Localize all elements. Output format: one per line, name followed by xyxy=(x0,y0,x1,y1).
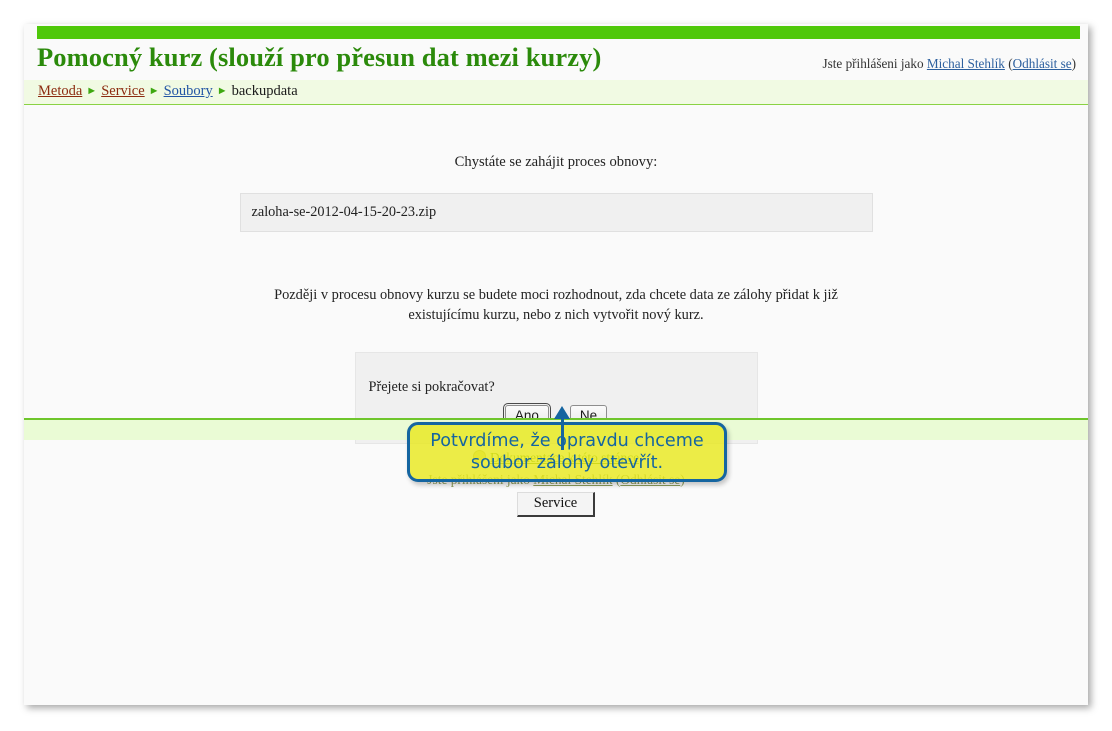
annotation-text: Potvrdíme, že opravdu chceme soubor zálo… xyxy=(430,431,704,473)
breadcrumb: Metoda ► Service ► Soubory ► backupdata xyxy=(38,83,298,100)
breadcrumb-item-backupdata: backupdata xyxy=(231,83,298,99)
header-user-link[interactable]: Michal Stehlík xyxy=(927,56,1005,71)
backup-file-name: zaloha-se-2012-04-15-20-23.zip xyxy=(251,204,437,220)
confirm-question-label: Přejete si pokračovat? xyxy=(368,379,495,395)
annotation-callout: Potvrdíme, že opravdu chceme soubor zálo… xyxy=(407,422,727,482)
top-green-bar xyxy=(37,26,1080,39)
login-open-paren: ( xyxy=(1004,56,1013,71)
footer-service-row: Service xyxy=(24,492,1088,517)
breadcrumb-separator-icon: ► xyxy=(216,85,228,97)
breadcrumb-separator-icon: ► xyxy=(86,85,98,97)
breadcrumb-item-metoda[interactable]: Metoda xyxy=(38,83,82,99)
backup-file-box: zaloha-se-2012-04-15-20-23.zip xyxy=(239,193,873,232)
breadcrumb-item-soubory[interactable]: Soubory xyxy=(164,83,213,99)
breadcrumb-separator-icon: ► xyxy=(148,85,160,97)
restore-description: Později v procesu obnovy kurzu se budete… xyxy=(274,287,838,323)
login-prefix-label: Jste přihlášeni jako xyxy=(822,56,927,71)
header-logout-link[interactable]: Odhlásit se xyxy=(1013,56,1072,71)
page-title: Pomocný kurz (slouží pro přesun dat mezi… xyxy=(37,42,602,72)
breadcrumb-bar: Metoda ► Service ► Soubory ► backupdata xyxy=(24,80,1088,105)
service-button[interactable]: Service xyxy=(516,492,596,517)
login-close-paren: ) xyxy=(1071,56,1076,71)
browser-page-sheet: Pomocný kurz (slouží pro přesun dat mezi… xyxy=(24,24,1088,705)
header-login-info: Jste přihlášeni jako Michal Stehlík (Odh… xyxy=(822,56,1076,72)
restore-heading: Chystáte se zahájit proces obnovy: xyxy=(454,154,658,170)
breadcrumb-item-service[interactable]: Service xyxy=(101,83,144,99)
annotation-arrow-head-icon xyxy=(554,406,570,419)
main-content: Chystáte se zahájit proces obnovy: zaloh… xyxy=(24,106,1088,444)
